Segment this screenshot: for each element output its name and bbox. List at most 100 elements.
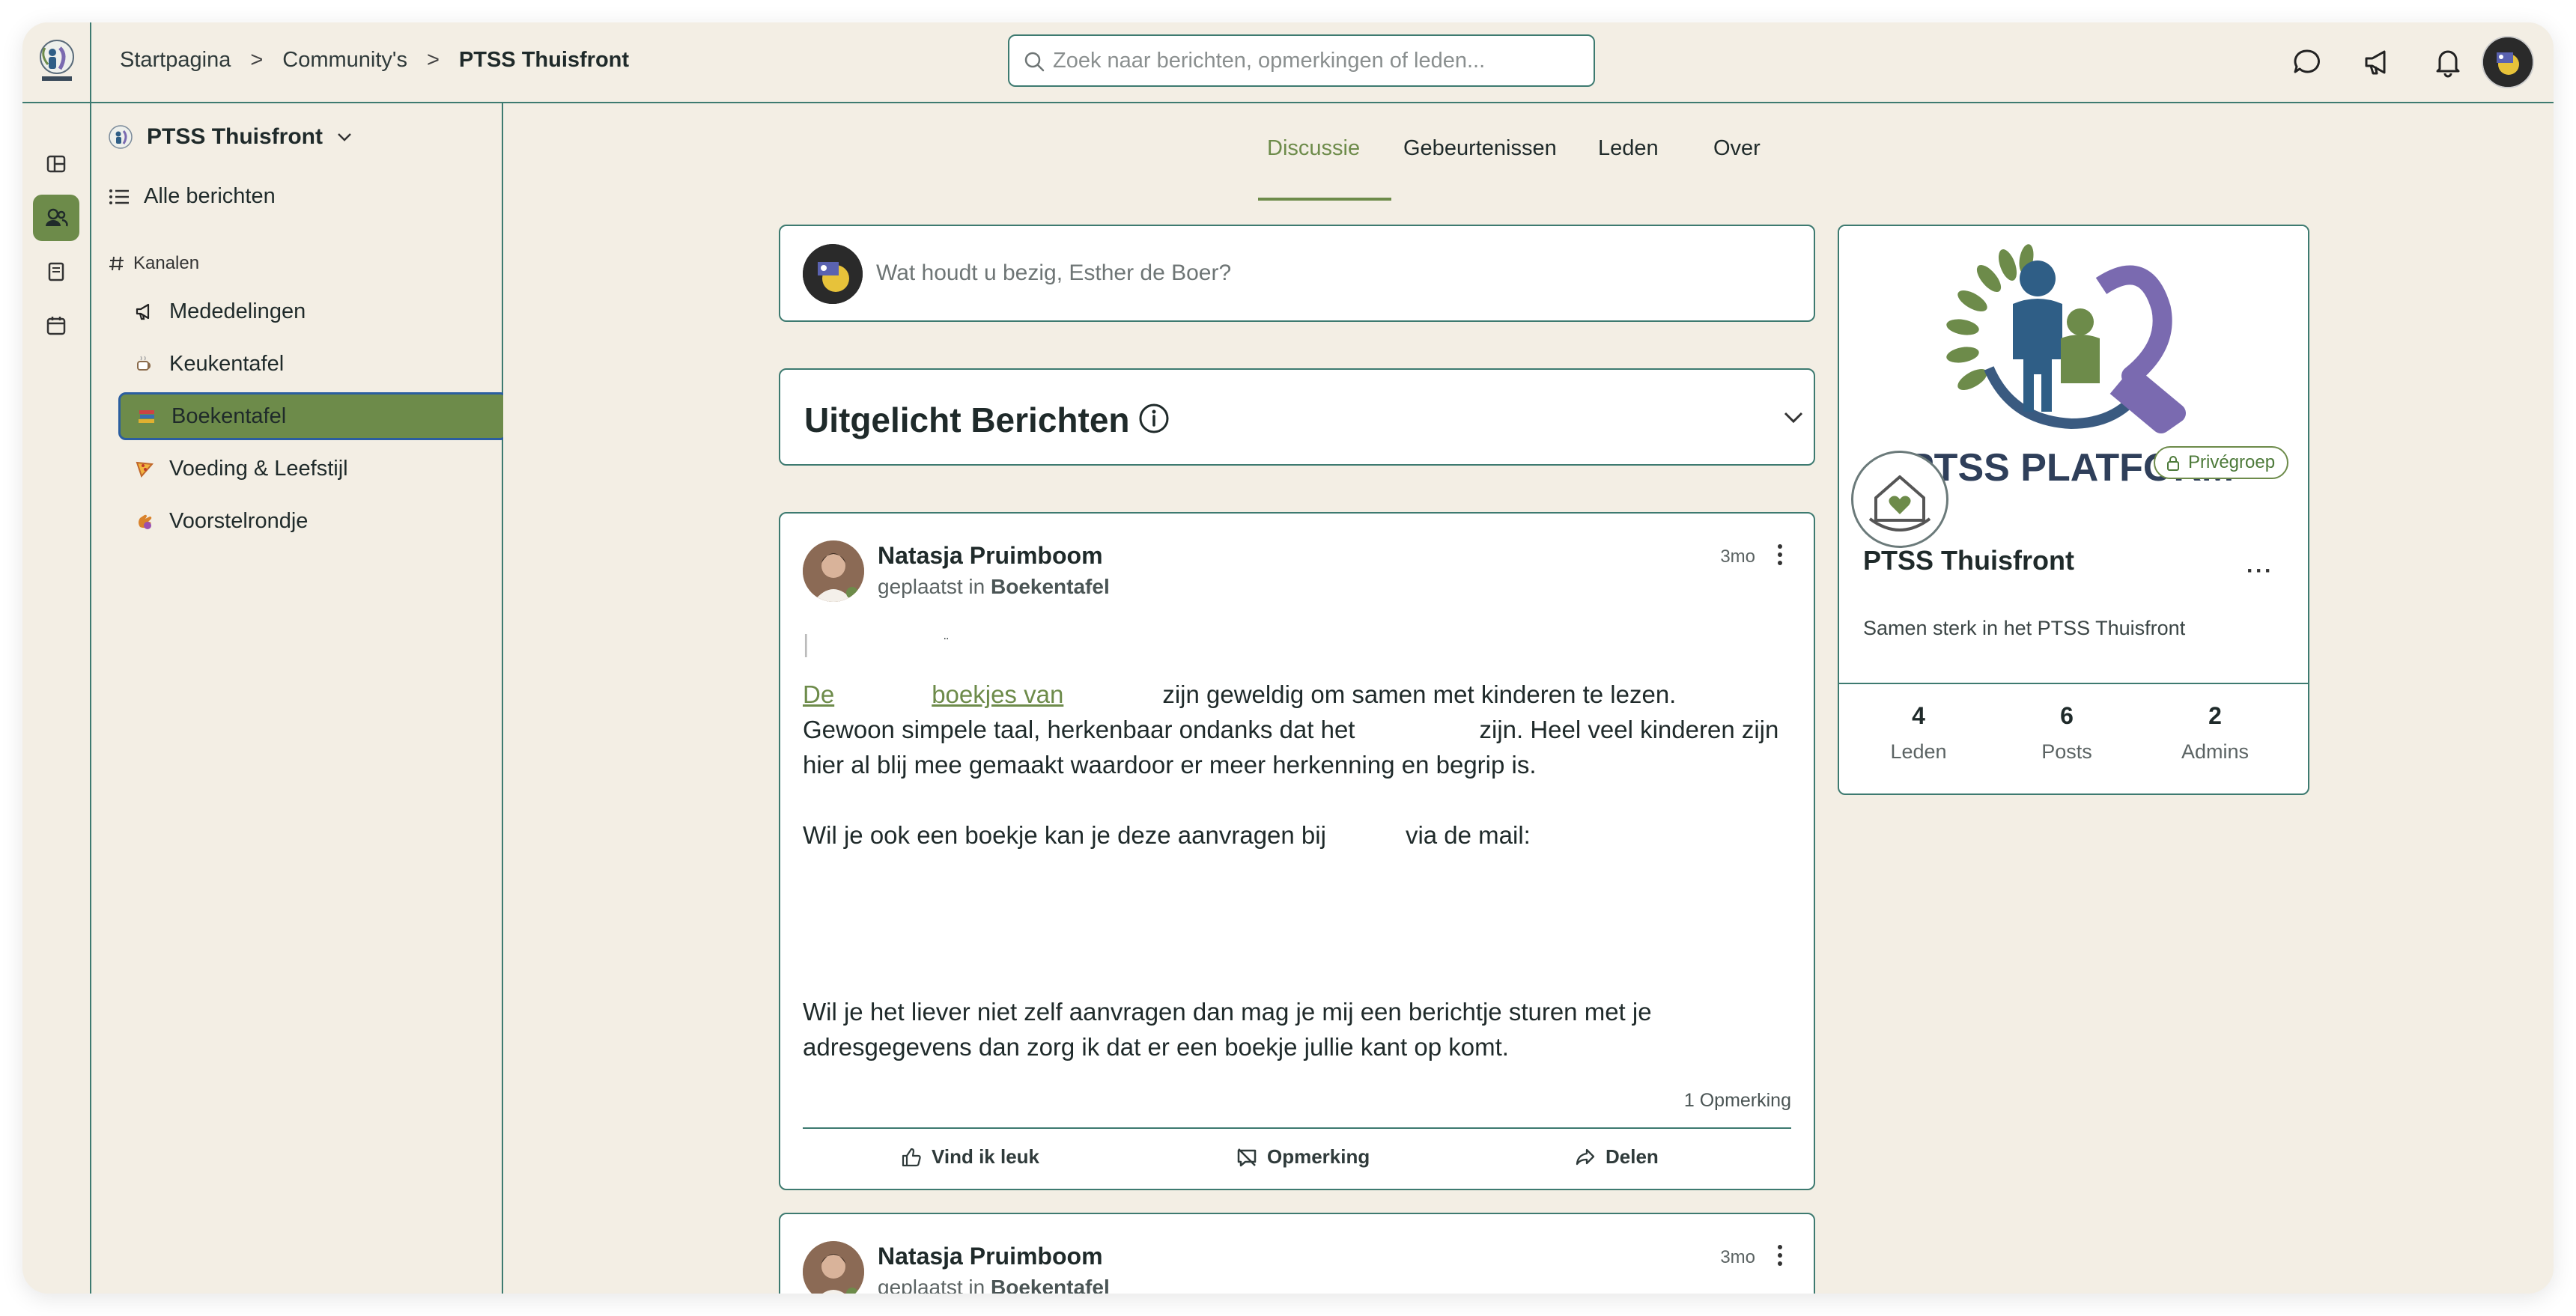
post-link[interactable]: De boekjes van <box>803 680 1063 708</box>
channel-item-boekentafel[interactable]: Boekentafel <box>118 392 508 440</box>
more-vertical-icon[interactable] <box>1776 542 1784 567</box>
chevron-down-icon[interactable] <box>1782 410 1805 425</box>
channel-label: Voeding & Leefstijl <box>169 456 348 481</box>
stat-value: 4 <box>1912 702 1925 729</box>
stat-admins[interactable]: 2 Admins <box>2140 702 2290 764</box>
breadcrumb-current: PTSS Thuisfront <box>458 48 630 72</box>
share-label: Delen <box>1606 1145 1659 1168</box>
post-author[interactable]: Natasja Pruimboom <box>878 542 1103 570</box>
channel-item-voorstelrondje[interactable]: Voorstelrondje <box>124 497 469 545</box>
breadcrumb-communities[interactable]: Community's <box>282 48 407 73</box>
group-avatar <box>1851 451 1948 548</box>
post-text: Gewoon simpele taal, herkenbaar ondanks … <box>803 716 1355 743</box>
top-bar: Startpagina > Community's > PTSS Thuisfr… <box>22 22 2554 103</box>
post-card: Natasja Pruimboom geplaatst in Boekentaf… <box>779 512 1815 1190</box>
courses-nav-button[interactable] <box>33 249 79 295</box>
breadcrumb-home[interactable]: Startpagina <box>120 48 231 73</box>
post-author[interactable]: Natasja Pruimboom <box>878 1243 1103 1270</box>
search-box[interactable] <box>1008 34 1595 87</box>
thumbs-up-icon <box>902 1148 921 1166</box>
bell-icon[interactable] <box>2431 45 2465 79</box>
post-divider <box>803 1127 1791 1129</box>
wave-icon <box>133 510 156 532</box>
megaphone-icon <box>133 300 156 323</box>
list-icon <box>109 189 129 204</box>
tab-over[interactable]: Over <box>1713 136 1761 161</box>
more-horizontal-icon[interactable]: ··· <box>2247 558 2273 584</box>
featured-posts-panel[interactable]: Uitgelicht Berichten <box>779 368 1815 466</box>
channels-heading: Kanalen <box>108 253 199 274</box>
featured-title: Uitgelicht Berichten <box>804 400 1130 439</box>
app-window: Startpagina > Community's > PTSS Thuisfr… <box>22 22 2554 1294</box>
channel-item-mededelingen[interactable]: Mededelingen <box>124 287 469 335</box>
channel-label: Boekentafel <box>171 403 287 428</box>
stat-label: Leden <box>1890 740 1947 763</box>
community-sidebar: PTSS Thuisfront Alle berichten Kanalen M… <box>91 103 508 1294</box>
more-vertical-icon[interactable] <box>1776 1243 1784 1268</box>
channel-item-voeding-leefstijl[interactable]: Voeding & Leefstijl <box>124 445 469 493</box>
post-text: zijn. Heel veel kinderen zijn <box>1479 716 1779 743</box>
group-card-divider <box>1839 683 2308 684</box>
channel-label: Mededelingen <box>169 299 306 323</box>
user-avatar[interactable] <box>2482 36 2534 88</box>
post-paragraph-3: Wil je het liever niet zelf aanvragen da… <box>803 994 1799 1064</box>
communities-nav-button[interactable] <box>33 195 79 241</box>
lock-icon <box>2167 456 2179 471</box>
layout-icon <box>46 155 66 173</box>
hash-icon <box>109 256 124 271</box>
events-nav-button[interactable] <box>33 302 79 349</box>
post-time: 3mo <box>1720 1247 1755 1267</box>
like-button[interactable]: Vind ik leuk <box>900 1145 1039 1169</box>
group-title: PTSS Thuisfront <box>1863 545 2074 576</box>
compose-box[interactable]: Wat houdt u bezig, Esther de Boer? <box>779 225 1815 322</box>
comment-count[interactable]: 1 Opmerking <box>1684 1090 1791 1112</box>
books-icon <box>136 405 158 427</box>
post-card: Natasja Pruimboom geplaatst in Boekentaf… <box>779 1213 1815 1294</box>
group-description: Samen sterk in het PTSS Thuisfront <box>1863 617 2186 639</box>
post-text: adresgegevens dan zorg ik dat er een boe… <box>803 1033 1509 1061</box>
tab-leden[interactable]: Leden <box>1598 136 1659 161</box>
post-paragraph-1: De boekjes van zijn geweldig om samen met … <box>803 677 1799 782</box>
post-channel[interactable]: Boekentafel <box>991 1276 1110 1294</box>
posted-in-label: geplaatst in <box>878 575 985 598</box>
platform-logo[interactable] <box>36 37 78 87</box>
tab-discussie[interactable]: Discussie <box>1267 136 1360 161</box>
tab-gebeurtenissen[interactable]: Gebeurtenissen <box>1403 136 1557 161</box>
group-name: PTSS Thuisfront <box>147 124 323 149</box>
channel-item-keukentafel[interactable]: Keukentafel <box>124 340 469 388</box>
info-icon[interactable] <box>1138 403 1170 434</box>
share-icon <box>1576 1148 1595 1165</box>
post-channel[interactable]: Boekentafel <box>991 575 1110 598</box>
channel-label: Voorstelrondje <box>169 508 309 533</box>
stat-members[interactable]: 4 Leden <box>1844 702 1993 764</box>
author-avatar[interactable] <box>803 1241 864 1294</box>
search-input[interactable] <box>1051 47 1594 74</box>
comment-button[interactable]: Opmerking <box>1236 1145 1370 1169</box>
stat-label: Posts <box>2041 740 2092 763</box>
group-switcher[interactable]: PTSS Thuisfront <box>108 124 353 150</box>
privacy-label: Privégroep <box>2188 452 2276 472</box>
all-posts-link[interactable]: Alle berichten <box>108 184 276 209</box>
stat-posts[interactable]: 6 Posts <box>1992 702 2142 764</box>
user-avatar-image <box>2483 37 2533 87</box>
megaphone-icon[interactable] <box>2360 45 2395 79</box>
user-avatar <box>803 244 863 304</box>
pizza-icon <box>133 457 156 480</box>
book-icon <box>48 262 64 281</box>
breadcrumb-separator: > <box>250 48 264 72</box>
chat-icon[interactable] <box>2290 45 2324 79</box>
comment-label: Opmerking <box>1267 1145 1370 1168</box>
author-avatar[interactable] <box>803 540 864 602</box>
house-heart-icon <box>1868 475 1931 531</box>
post-text: via de mail: <box>1405 821 1531 849</box>
share-button[interactable]: Delen <box>1574 1145 1659 1169</box>
dashboard-nav-button[interactable] <box>33 141 79 187</box>
all-posts-label: Alle berichten <box>144 184 276 208</box>
post-time: 3mo <box>1720 546 1755 567</box>
stat-value: 2 <box>2208 702 2222 729</box>
chevron-down-icon <box>338 133 351 141</box>
comment-off-icon <box>1237 1148 1257 1166</box>
posted-in-label: geplaatst in <box>878 1276 985 1294</box>
channel-label: Keukentafel <box>169 351 285 376</box>
group-info-card: PTSS PLATFORM Privégroep PTSS Thuisfront… <box>1838 225 2309 795</box>
